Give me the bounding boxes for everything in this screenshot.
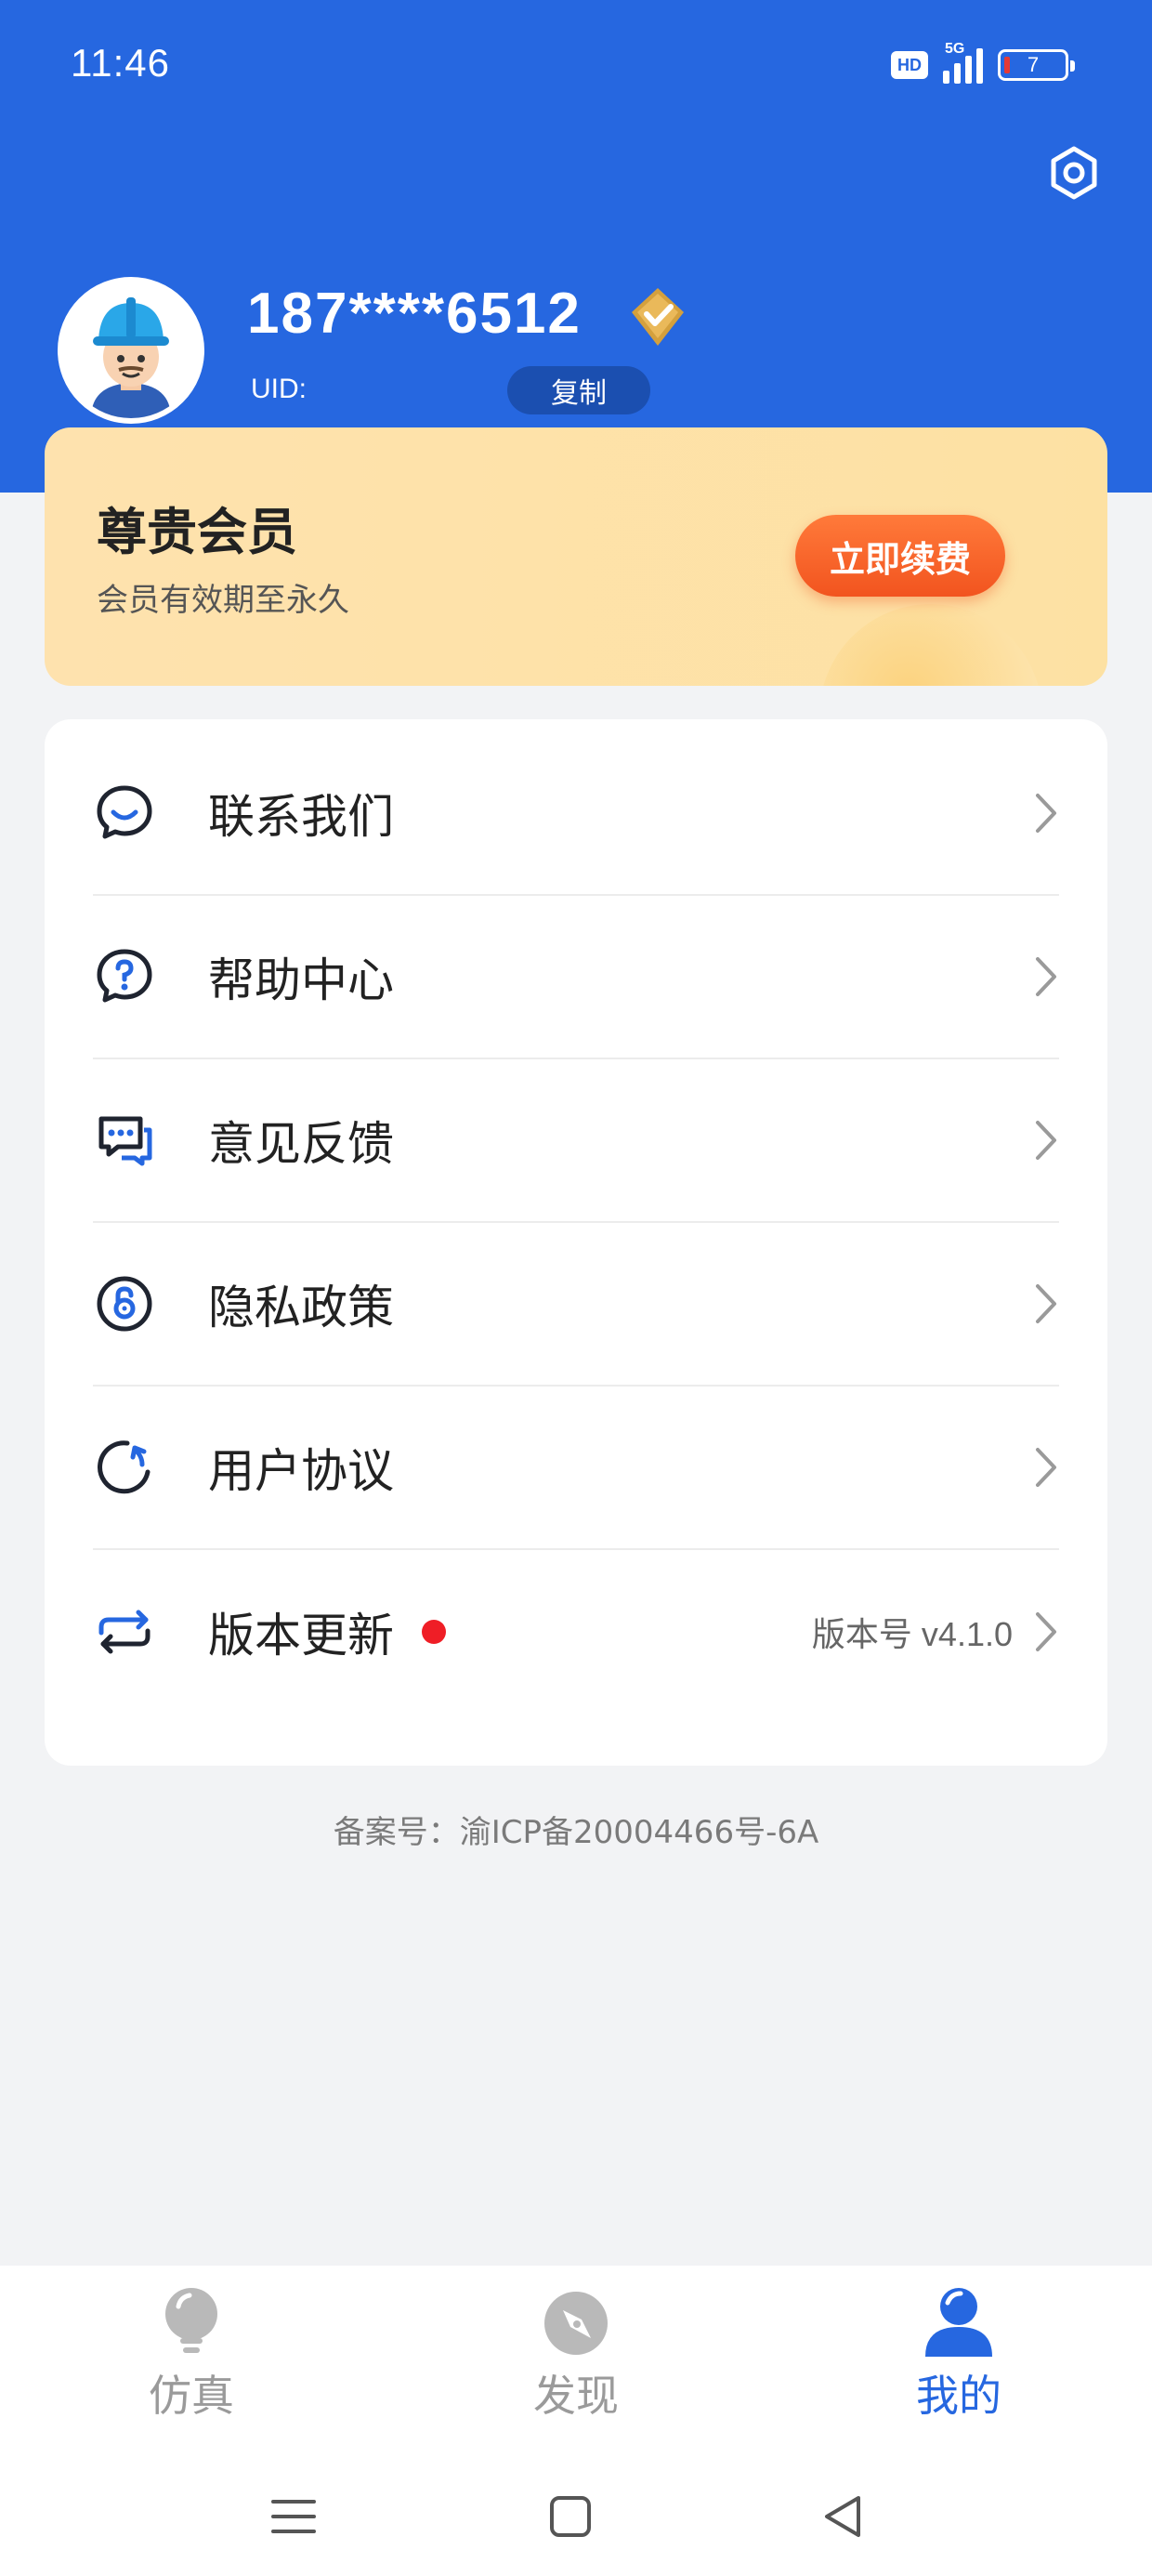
back-triangle-icon[interactable]	[816, 2489, 871, 2544]
compass-icon	[544, 2292, 608, 2355]
tab-discover[interactable]: 发现	[437, 2266, 715, 2451]
profile-header: 11:46 HD 5G 7 187****6512 UID: 复制	[0, 0, 1152, 493]
chevron-right-icon	[1036, 957, 1056, 996]
agreement-refresh-icon	[93, 1436, 156, 1499]
settings-hex-icon	[1051, 146, 1097, 200]
menu-lines-icon[interactable]	[266, 2489, 321, 2544]
new-update-dot	[422, 1620, 446, 1644]
version-value: 版本号 v4.1.0	[811, 1615, 1013, 1653]
menu-item-label: 用户协议	[208, 1444, 394, 1498]
hd-badge: HD	[891, 51, 928, 79]
chat-smile-icon	[93, 782, 156, 845]
icp-record[interactable]: 备案号：渝ICP备20004466号-6A	[0, 1807, 1152, 1852]
system-nav-bar	[0, 2451, 1152, 2576]
tab-mine[interactable]: 我的	[819, 2266, 1098, 2451]
user-phone: 187****6512	[247, 282, 582, 346]
copy-uid-button[interactable]: 复制	[507, 366, 650, 414]
tab-label: 仿真	[149, 2371, 234, 2421]
vip-title: 尊贵会员	[97, 503, 297, 561]
chevron-right-icon	[1036, 1121, 1056, 1160]
menu-item-feedback[interactable]: 意见反馈	[93, 1059, 1059, 1223]
vip-card-decoration	[819, 604, 1042, 686]
chevron-right-icon	[1036, 1284, 1056, 1323]
menu-item-contact[interactable]: 联系我们	[93, 732, 1059, 896]
settings-button[interactable]	[1044, 143, 1104, 203]
tab-label: 发现	[533, 2371, 619, 2421]
menu-card: 联系我们 帮助中心 意见反馈 隐私政策 用户协议 版本更新 版本号 v4.1.0	[45, 719, 1107, 1766]
chevron-right-icon	[1036, 1612, 1056, 1651]
vip-card: 尊贵会员 会员有效期至永久 立即续费	[45, 427, 1107, 686]
update-sync-icon	[93, 1600, 156, 1663]
status-time: 11:46	[71, 41, 170, 85]
menu-item-label: 帮助中心	[208, 953, 394, 1007]
menu-item-label: 版本更新	[208, 1609, 394, 1663]
help-question-icon	[93, 945, 156, 1008]
bottom-tab-bar: 仿真 发现 我的	[0, 2266, 1152, 2451]
tab-simulation[interactable]: 仿真	[52, 2266, 331, 2451]
feedback-message-icon	[93, 1109, 156, 1172]
signal-icon: 5G	[943, 41, 983, 84]
vip-subtitle: 会员有效期至永久	[97, 582, 349, 619]
battery-level: 7	[1027, 53, 1040, 76]
menu-item-label: 隐私政策	[208, 1281, 394, 1334]
menu-item-label: 意见反馈	[208, 1117, 394, 1171]
worker-avatar-icon	[63, 283, 199, 418]
menu-item-privacy[interactable]: 隐私政策	[93, 1223, 1059, 1387]
menu-item-label: 联系我们	[208, 790, 394, 844]
uid-label: UID:	[251, 374, 307, 404]
menu-item-update[interactable]: 版本更新 版本号 v4.1.0	[93, 1550, 1059, 1714]
status-bar: 11:46 HD 5G 7	[0, 0, 1152, 139]
person-icon	[925, 2288, 992, 2357]
avatar[interactable]	[58, 277, 204, 424]
status-icons: HD 5G 7	[891, 41, 1075, 84]
privacy-lock-icon	[93, 1272, 156, 1335]
network-type: 5G	[945, 41, 965, 57]
lightbulb-icon	[165, 2288, 217, 2353]
vip-verified-icon	[632, 288, 684, 346]
menu-item-help[interactable]: 帮助中心	[93, 896, 1059, 1059]
chevron-right-icon	[1036, 1448, 1056, 1487]
chevron-right-icon	[1036, 794, 1056, 833]
menu-item-agreement[interactable]: 用户协议	[93, 1387, 1059, 1550]
home-square-icon[interactable]	[543, 2489, 598, 2544]
renew-button[interactable]: 立即续费	[795, 515, 1005, 597]
battery-icon: 7	[998, 49, 1075, 81]
tab-label: 我的	[916, 2371, 1001, 2421]
